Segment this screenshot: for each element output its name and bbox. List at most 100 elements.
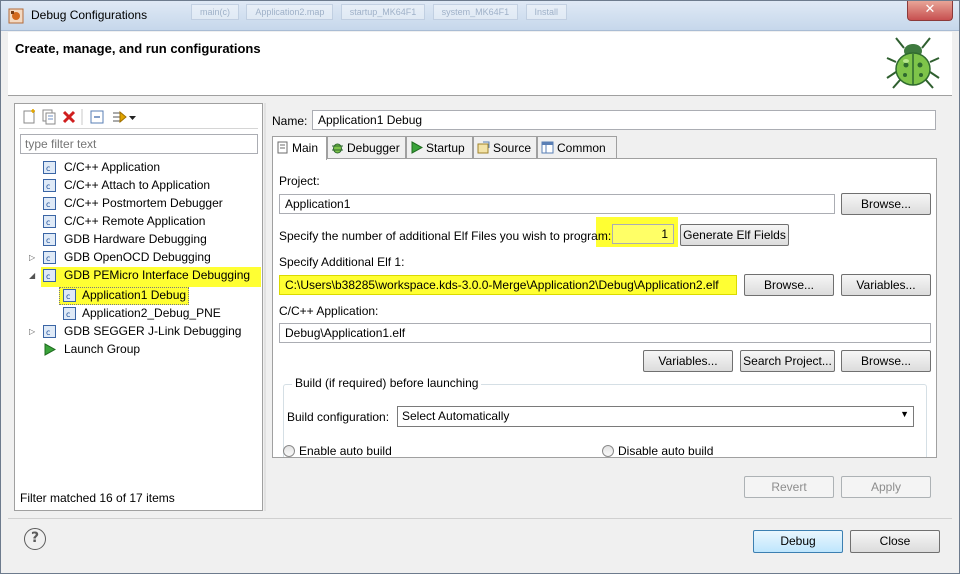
project-label: Project: xyxy=(279,174,320,188)
tab-label: Common xyxy=(557,141,606,155)
tree-item-gdb-pemicro[interactable]: ◢ c GDB PEMicro Interface Debugging xyxy=(29,267,261,287)
debug-configurations-dialog: Debug Configurations main(c) Application… xyxy=(0,0,960,574)
apply-button[interactable]: Apply xyxy=(841,476,931,498)
tab-label: Debugger xyxy=(347,141,400,155)
new-configuration-icon[interactable] xyxy=(21,109,37,125)
tree-item-cc-application[interactable]: c C/C++ Application xyxy=(43,159,160,177)
tree-item-gdb-hardware[interactable]: c GDB Hardware Debugging xyxy=(43,231,207,249)
configuration-list-panel: c C/C++ Application c C/C++ Attach to Ap… xyxy=(14,103,263,511)
close-button[interactable]: Close xyxy=(850,530,940,553)
window-title: Debug Configurations xyxy=(31,8,148,22)
configuration-editor-panel: Name: Application1 Debug Main Debugger S… xyxy=(266,103,946,511)
background-tab: Application2.map xyxy=(246,4,334,20)
svg-text:c: c xyxy=(46,182,50,191)
project-browse-button[interactable]: Browse... xyxy=(841,193,931,215)
tree-item-label: C/C++ Postmortem Debugger xyxy=(64,196,223,210)
additional-elf-label: Specify Additional Elf 1: xyxy=(279,255,405,269)
app-variables-button[interactable]: Variables... xyxy=(643,350,733,372)
c-config-icon: c xyxy=(43,197,56,210)
radio-label: Enable auto build xyxy=(299,444,392,458)
tree-item-application1-debug[interactable]: c Application1 Debug xyxy=(59,287,189,305)
tree-item-label: C/C++ Remote Application xyxy=(64,214,206,228)
elf-variables-button[interactable]: Variables... xyxy=(841,274,931,296)
dropdown-arrow-icon[interactable] xyxy=(128,109,137,125)
tree-item-label: GDB Hardware Debugging xyxy=(64,232,207,246)
startup-tab-icon xyxy=(411,141,423,154)
app-browse-button[interactable]: Browse... xyxy=(841,350,931,372)
c-config-icon: c xyxy=(63,289,76,302)
additional-elf-field[interactable]: C:\Users\b38285\workspace.kds-3.0.0-Merg… xyxy=(279,275,737,295)
elf-count-label: Specify the number of additional Elf Fil… xyxy=(279,229,612,243)
radio-circle-icon xyxy=(283,445,295,457)
background-tab: main(c) xyxy=(191,4,240,20)
c-config-icon: c xyxy=(43,233,56,246)
radio-label: Disable auto build xyxy=(618,444,714,458)
collapse-arrow-icon[interactable]: ◢ xyxy=(29,267,39,285)
expand-arrow-icon[interactable]: ▷ xyxy=(29,249,39,267)
tree-item-gdb-segger[interactable]: ▷ c GDB SEGGER J-Link Debugging xyxy=(29,323,241,341)
tree-item-cc-attach[interactable]: c C/C++ Attach to Application xyxy=(43,177,210,195)
search-project-button[interactable]: Search Project... xyxy=(740,350,835,372)
c-config-icon: c xyxy=(43,161,56,174)
svg-text:c: c xyxy=(46,164,50,173)
tree-item-application2-debug-pne[interactable]: c Application2_Debug_PNE xyxy=(61,305,221,323)
tab-label: Main xyxy=(292,141,319,155)
revert-button[interactable]: Revert xyxy=(744,476,834,498)
tab-source[interactable]: Source xyxy=(473,136,537,159)
svg-text:c: c xyxy=(46,272,50,281)
tab-label: Source xyxy=(493,141,532,155)
app-icon xyxy=(8,8,24,24)
background-tab: Install xyxy=(525,4,568,20)
project-field[interactable]: Application1 xyxy=(279,194,835,214)
footer-divider xyxy=(8,518,952,519)
window-close-button[interactable]: ✕ xyxy=(907,1,953,21)
tab-startup[interactable]: Startup xyxy=(406,136,473,159)
svg-text:c: c xyxy=(66,292,70,301)
tree-item-launch-group[interactable]: Launch Group xyxy=(43,341,140,359)
name-label: Name: xyxy=(272,114,308,128)
cc-application-field[interactable]: Debug\Application1.elf xyxy=(279,323,931,343)
name-field[interactable]: Application1 Debug xyxy=(312,110,936,130)
c-config-icon: c xyxy=(43,215,56,228)
enable-auto-build-radio[interactable]: Enable auto build xyxy=(283,444,392,458)
duplicate-icon[interactable] xyxy=(41,109,57,125)
tree-item-gdb-openocd[interactable]: ▷ c GDB OpenOCD Debugging xyxy=(29,249,211,267)
tab-common[interactable]: Common xyxy=(537,136,617,159)
elf-count-field[interactable]: 1 xyxy=(612,224,674,244)
tree-item-label: GDB OpenOCD Debugging xyxy=(64,250,211,264)
build-configuration-label: Build configuration: xyxy=(287,410,390,424)
elf-browse-button[interactable]: Browse... xyxy=(744,274,834,296)
svg-text:c: c xyxy=(46,218,50,227)
build-configuration-select[interactable]: Select Automatically ▼ xyxy=(397,406,914,427)
title-bar: Debug Configurations main(c) Application… xyxy=(1,1,959,31)
svg-text:c: c xyxy=(46,254,50,263)
toolbar-separator xyxy=(81,109,83,125)
cc-application-label: C/C++ Application: xyxy=(279,304,379,318)
tree-item-label: Application1 Debug xyxy=(82,288,187,302)
build-settings-group: Build (if required) before launching Bui… xyxy=(283,376,927,458)
svg-text:c: c xyxy=(46,200,50,209)
tab-main[interactable]: Main xyxy=(272,136,327,160)
tab-label: Startup xyxy=(426,141,465,155)
filter-input[interactable] xyxy=(20,134,258,154)
delete-icon[interactable] xyxy=(61,109,77,125)
launch-group-icon xyxy=(44,343,56,356)
page-title: Create, manage, and run configurations xyxy=(15,41,261,56)
collapse-all-icon[interactable] xyxy=(89,109,105,125)
filter-icon[interactable] xyxy=(111,109,127,125)
help-icon[interactable]: ? xyxy=(24,528,46,550)
select-value: Select Automatically xyxy=(402,409,510,423)
tab-debugger[interactable]: Debugger xyxy=(327,136,406,159)
disable-auto-build-radio[interactable]: Disable auto build xyxy=(602,444,714,458)
tree-item-cc-remote[interactable]: c C/C++ Remote Application xyxy=(43,213,205,231)
tree-item-label: GDB PEMicro Interface Debugging xyxy=(64,268,251,282)
generate-elf-fields-button[interactable]: Generate Elf Fields xyxy=(680,224,789,246)
expand-arrow-icon[interactable]: ▷ xyxy=(29,323,39,341)
tree-item-label: C/C++ Application xyxy=(64,160,161,174)
c-config-icon: c xyxy=(43,325,56,338)
main-tab-content: Project: Application1 Browse... Specify … xyxy=(272,158,937,458)
svg-text:c: c xyxy=(46,236,50,245)
tree-item-cc-postmortem[interactable]: c C/C++ Postmortem Debugger xyxy=(43,195,223,213)
radio-circle-icon xyxy=(602,445,614,457)
debug-button[interactable]: Debug xyxy=(753,530,843,553)
